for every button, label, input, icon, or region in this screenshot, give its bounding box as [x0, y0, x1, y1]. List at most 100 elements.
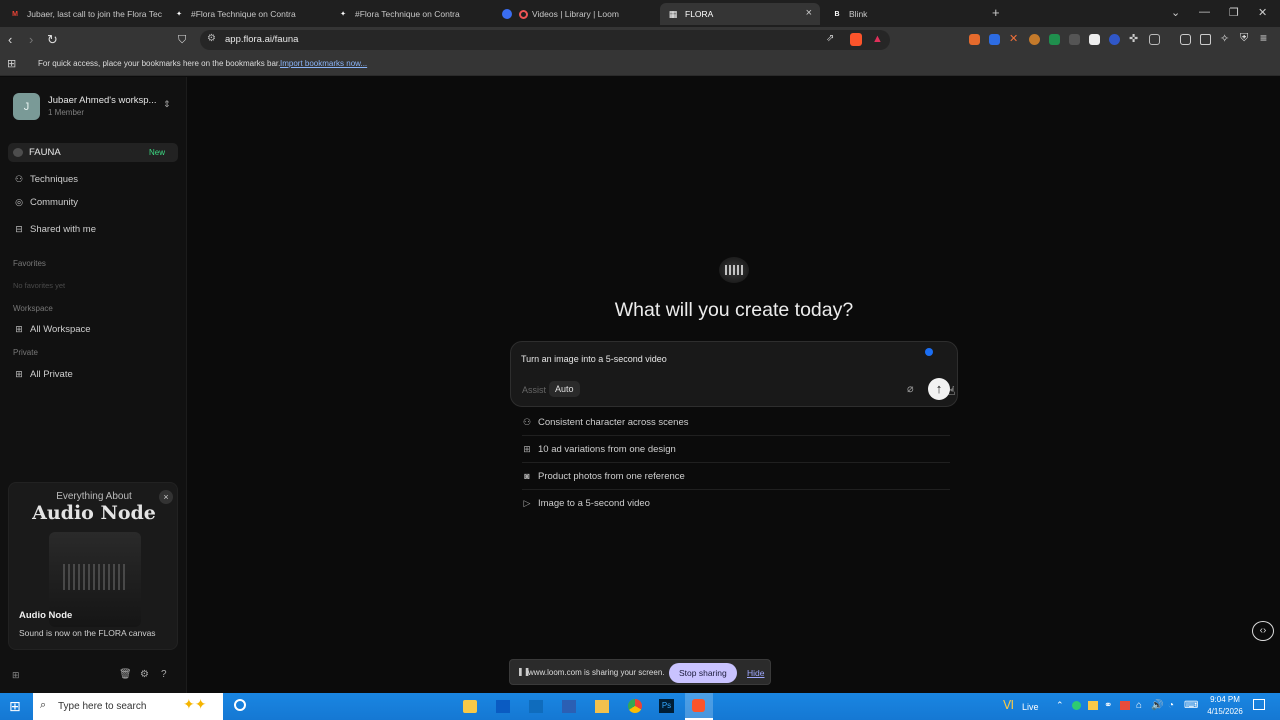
prompt-box: Turn an image into a 5-second video Assi…: [510, 341, 958, 407]
outlook-icon[interactable]: [529, 700, 543, 713]
extension-s-icon[interactable]: [1049, 34, 1060, 45]
canvas-grid-icon[interactable]: ⊞: [12, 670, 20, 681]
tab-contra-2[interactable]: ✦ #Flora Technique on Contra: [330, 3, 492, 25]
keyboard-icon[interactable]: ⌨: [1184, 700, 1198, 711]
sidebar-item-shared[interactable]: ⊟ Shared with me: [14, 224, 96, 235]
mode-auto-tab[interactable]: Auto: [549, 381, 580, 397]
new-badge: New: [149, 148, 166, 157]
suggestion-item[interactable]: ◙ Product photos from one reference: [522, 463, 950, 490]
tab-blink[interactable]: B Blink: [824, 3, 986, 25]
site-info-icon[interactable]: ⚙: [207, 33, 216, 44]
fauna-icon: [13, 148, 23, 157]
tray-bluetooth-icon[interactable]: ⌂: [1136, 700, 1142, 711]
tab-label: Jubaer, last call to join the Flora Tech: [27, 9, 162, 19]
tray-pdf-icon[interactable]: [1120, 701, 1130, 710]
sidebar-item-label: Techniques: [30, 174, 79, 185]
taskbar-search-box[interactable]: ⌕ Type here to search ✦✦: [33, 693, 223, 720]
import-bookmarks-link[interactable]: Import bookmarks now...: [280, 59, 367, 68]
address-bar[interactable]: ⚙ app.flora.ai/fauna ⇗ ▲: [200, 30, 890, 50]
stop-sharing-button[interactable]: Stop sharing: [669, 663, 737, 683]
extension-cookie-icon[interactable]: [1029, 34, 1040, 45]
suggestion-item[interactable]: ⊞ 10 ad variations from one design: [522, 436, 950, 463]
leo-ai-icon[interactable]: ✧: [1220, 32, 1231, 45]
reload-icon[interactable]: ↻: [47, 32, 58, 48]
settings-gear-icon[interactable]: ⚙: [140, 669, 149, 680]
forward-icon[interactable]: ›: [29, 32, 33, 48]
avatar[interactable]: J: [13, 93, 40, 120]
cortana-icon[interactable]: [234, 699, 246, 711]
file-explorer-icon[interactable]: [595, 700, 609, 713]
close-tab-icon[interactable]: ×: [806, 7, 812, 19]
bookmark-icon[interactable]: ⛉: [178, 32, 186, 48]
prompt-input[interactable]: Turn an image into a 5-second video: [521, 354, 667, 364]
clock-date[interactable]: 4/15/2026: [1200, 707, 1250, 716]
weather-label[interactable]: Live: [1022, 702, 1039, 712]
suggestion-label: Image to a 5-second video: [538, 498, 650, 509]
new-tab-button[interactable]: +: [992, 5, 1000, 20]
chrome-icon[interactable]: [628, 699, 642, 713]
tray-network-icon[interactable]: ⚭: [1104, 700, 1112, 711]
brave-taskbar-icon[interactable]: [685, 693, 713, 720]
mode-assist-tab[interactable]: Assist: [522, 385, 546, 395]
workspace-switch-chevron-icon[interactable]: ⇕: [163, 99, 171, 110]
sidebar-toggle-icon[interactable]: [1180, 34, 1191, 45]
menu-icon[interactable]: ≡: [1260, 31, 1271, 45]
photoshop-icon[interactable]: Ps: [659, 699, 674, 713]
clock-time[interactable]: 9:04 PM: [1200, 695, 1250, 704]
extensions-puzzle-icon[interactable]: ✜: [1129, 32, 1140, 45]
tab-contra-1[interactable]: ✦ #Flora Technique on Contra: [166, 3, 328, 25]
extension-a-icon[interactable]: [1089, 34, 1100, 45]
windows-start-icon[interactable]: ⊞: [9, 699, 21, 713]
extension-grid-icon[interactable]: [1069, 34, 1080, 45]
send-arrow-button[interactable]: ↑: [928, 378, 950, 400]
brave-rewards-icon[interactable]: ▲: [872, 33, 883, 45]
tab-gmail[interactable]: M Jubaer, last call to join the Flora Te…: [2, 3, 162, 25]
window-close-icon[interactable]: ✕: [1258, 6, 1267, 19]
tray-app-icon[interactable]: [1072, 701, 1081, 710]
tab-flora[interactable]: ▦ FLORA ×: [660, 3, 820, 25]
wifi-icon[interactable]: ◔: [1168, 700, 1174, 711]
tab-list-chevron-icon[interactable]: ⌄: [1171, 6, 1180, 19]
promo-card-title: Audio Node: [19, 610, 73, 621]
tab-label: FLORA: [685, 9, 714, 19]
tray-folder-icon[interactable]: [1088, 701, 1098, 710]
tray-chevron-icon[interactable]: ⌃: [1056, 700, 1064, 711]
sidebar-item-techniques[interactable]: ⚇ Techniques: [14, 174, 78, 185]
extension-z-icon[interactable]: [989, 34, 1000, 45]
suggestion-item[interactable]: ▷ Image to a 5-second video: [522, 490, 950, 517]
browser-tab-strip: M Jubaer, last call to join the Flora Te…: [0, 0, 1280, 27]
workspace-name[interactable]: Jubaer Ahmed's worksp...: [48, 95, 156, 106]
grid-icon: ⊞: [523, 443, 531, 454]
tab-loom[interactable]: Videos | Library | Loom: [494, 3, 656, 25]
sidebar-item-community[interactable]: ◎ Community: [14, 197, 78, 208]
trash-icon[interactable]: 🗑: [119, 669, 132, 680]
brave-shield-icon[interactable]: [850, 33, 862, 46]
notifications-icon[interactable]: [1253, 699, 1265, 710]
minimize-icon[interactable]: —: [1199, 6, 1210, 18]
share-icon[interactable]: ⇗: [826, 33, 834, 44]
back-icon[interactable]: ‹: [8, 32, 12, 48]
code-toggle-icon[interactable]: ‹›: [1252, 621, 1274, 641]
volume-icon[interactable]: 🔊: [1151, 700, 1163, 711]
extension-circle-icon[interactable]: [1109, 34, 1120, 45]
apps-grid-icon[interactable]: ⊞: [7, 57, 16, 70]
sidebar-item-all-private[interactable]: ⊞ All Private: [14, 369, 73, 380]
help-icon[interactable]: ?: [161, 669, 167, 680]
attach-paperclip-icon[interactable]: ⌀: [907, 382, 914, 395]
sidebar-item-all-workspace[interactable]: ⊞ All Workspace: [14, 324, 90, 335]
search-icon: ⌕: [40, 699, 47, 711]
word-icon[interactable]: [562, 700, 576, 713]
wallet-icon[interactable]: [1200, 34, 1211, 45]
sidebar-item-fauna[interactable]: FAUNA New: [8, 143, 178, 162]
app-icon[interactable]: [496, 700, 510, 713]
suggestion-item[interactable]: ⚇ Consistent character across scenes: [522, 409, 950, 436]
extension-fox-icon[interactable]: [969, 34, 980, 45]
restore-icon[interactable]: ❐: [1229, 6, 1239, 19]
media-icon[interactable]: [1149, 34, 1160, 45]
microsoft-store-icon[interactable]: [463, 700, 477, 713]
vpn-shield-icon[interactable]: ⛨: [1240, 32, 1251, 44]
extension-x-icon[interactable]: ✕: [1009, 32, 1020, 45]
audio-node-promo-card[interactable]: Everything About Audio Node × Audio Node…: [8, 482, 178, 650]
close-promo-icon[interactable]: ×: [159, 490, 173, 504]
hide-share-link[interactable]: Hide: [747, 668, 764, 678]
